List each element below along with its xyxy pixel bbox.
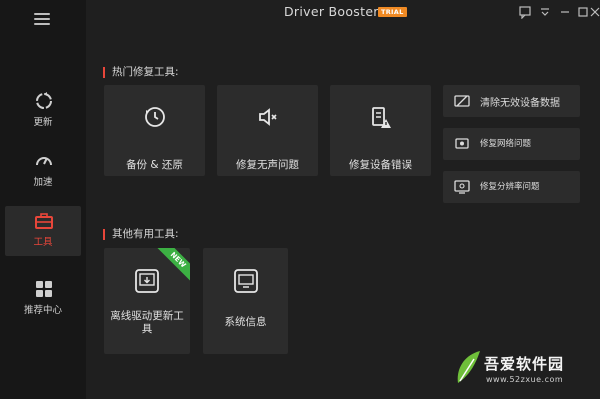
tile-label: 修复设备错误 <box>349 159 412 171</box>
clean-device-icon <box>454 95 470 107</box>
sidebar-item-tools[interactable]: 工具 <box>5 206 81 256</box>
backup-restore-button[interactable]: 备份 & 还原 <box>104 85 205 176</box>
watermark-url: www.52zxue.com <box>486 375 564 384</box>
sidebar-item-label: 推荐中心 <box>23 305 62 316</box>
sidebar-item-label: 更新 <box>33 117 53 128</box>
section-title-other: 其他有用工具: <box>103 229 179 240</box>
watermark-text: 吾爱软件园 <box>484 355 565 373</box>
small-tile-label: 修复网络问题 <box>480 139 532 149</box>
tile-label: 备份 & 还原 <box>126 159 183 171</box>
speaker-mute-icon <box>258 108 277 126</box>
apps-grid-icon <box>36 281 52 297</box>
sidebar-item-label: 工具 <box>33 237 53 248</box>
device-warning-icon <box>371 107 391 128</box>
maximize-icon[interactable] <box>576 5 590 19</box>
minimize-to-tray-icon[interactable] <box>538 5 552 19</box>
speedometer-icon <box>36 157 52 166</box>
toolbox-icon <box>35 213 53 229</box>
feedback-icon[interactable] <box>518 5 532 19</box>
sidebar-item-update[interactable]: 更新 <box>5 86 81 136</box>
system-info-button[interactable]: 系统信息 <box>203 248 288 354</box>
sidebar-item-label: 加速 <box>33 177 53 188</box>
watermark-logo-icon <box>457 351 480 383</box>
menu-icon[interactable] <box>34 13 50 25</box>
main-panel: Driver Booster 11 TRIAL 热门修复工具: 备份 & 还原 <box>86 0 600 399</box>
fix-no-sound-button[interactable]: 修复无声问题 <box>217 85 318 176</box>
trial-badge: TRIAL <box>378 7 407 17</box>
network-icon <box>455 138 469 149</box>
sidebar-item-speedup[interactable]: 加速 <box>5 146 81 196</box>
sidebar: 更新 加速 工具 推荐中心 <box>0 0 86 399</box>
tile-label: 修复无声问题 <box>236 159 299 171</box>
offline-driver-update-button[interactable]: NEW 离线驱动更新工具 <box>104 248 190 354</box>
sidebar-item-recommend[interactable]: 推荐中心 <box>5 274 81 324</box>
clean-invalid-device-button[interactable]: 清除无效设备数据 <box>443 85 580 117</box>
refresh-icon <box>36 92 52 109</box>
offline-update-icon <box>135 269 159 293</box>
small-tile-label: 清除无效设备数据 <box>480 98 560 109</box>
fix-device-error-button[interactable]: 修复设备错误 <box>330 85 431 176</box>
backup-restore-icon <box>144 107 165 127</box>
watermark: 吾爱软件园 www.52zxue.com <box>454 347 594 393</box>
section-title-hot: 热门修复工具: <box>103 67 179 78</box>
close-icon[interactable] <box>590 5 600 19</box>
small-tile-label: 修复分辨率问题 <box>480 182 540 192</box>
fix-resolution-button[interactable]: 修复分辨率问题 <box>443 171 580 203</box>
display-icon <box>454 180 470 194</box>
tile-label: 系统信息 <box>224 316 267 328</box>
system-info-icon <box>233 269 258 293</box>
title-bar: Driver Booster 11 TRIAL <box>86 0 600 26</box>
fix-network-button[interactable]: 修复网络问题 <box>443 128 580 160</box>
minimize-icon[interactable] <box>558 5 572 19</box>
tile-label: 离线驱动更新工具 <box>110 310 184 335</box>
